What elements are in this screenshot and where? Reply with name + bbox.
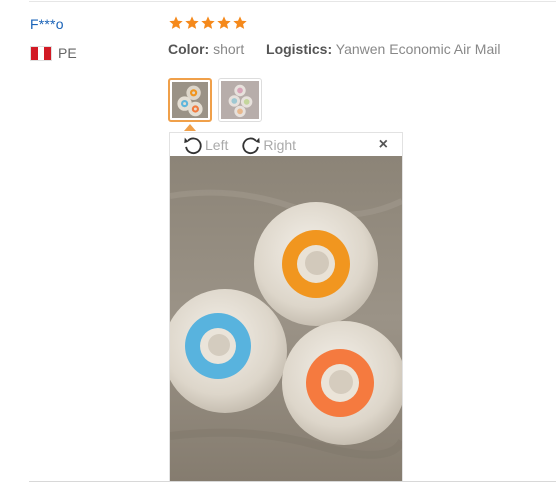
thumbnail-photo-2[interactable] (218, 78, 262, 122)
color-label: Color: (168, 41, 210, 57)
star-icon (233, 16, 247, 29)
viewer-toolbar: Left Right × (170, 133, 402, 156)
rotate-right-label: Right (263, 136, 297, 153)
thumbnail-photo-1[interactable] (168, 78, 212, 122)
order-info: Color: short Logistics: Yanwen Economic … (168, 41, 500, 57)
star-icon (169, 16, 183, 29)
photo-thumbnails (168, 78, 262, 122)
rotate-right-icon (242, 137, 261, 154)
rotate-left-icon (184, 137, 202, 154)
close-icon[interactable]: × (379, 136, 388, 154)
review-panel: F***o PE Color: short Logistics: Yanwen … (0, 0, 556, 484)
star-icon (201, 16, 215, 29)
peru-flag-icon (30, 45, 52, 61)
star-rating (168, 15, 248, 31)
reviewer-name[interactable]: F***o (30, 16, 64, 32)
logistics-value: Yanwen Economic Air Mail (335, 41, 501, 57)
logistics-label: Logistics: (266, 41, 333, 57)
reviewer-country: PE (30, 45, 77, 61)
divider-top (29, 1, 556, 2)
color-value: short (213, 41, 245, 57)
photo-viewer: Left Right × (169, 132, 403, 482)
divider-bottom (29, 481, 556, 482)
country-code: PE (58, 45, 77, 61)
active-thumbnail-pointer (184, 124, 196, 131)
rotate-left-label: Left (205, 136, 229, 153)
star-icon (217, 16, 231, 29)
rotate-left-button[interactable]: Left (182, 134, 228, 156)
rotate-right-button[interactable]: Right (240, 134, 296, 156)
star-icon (185, 16, 199, 29)
review-photo-large (170, 156, 402, 481)
